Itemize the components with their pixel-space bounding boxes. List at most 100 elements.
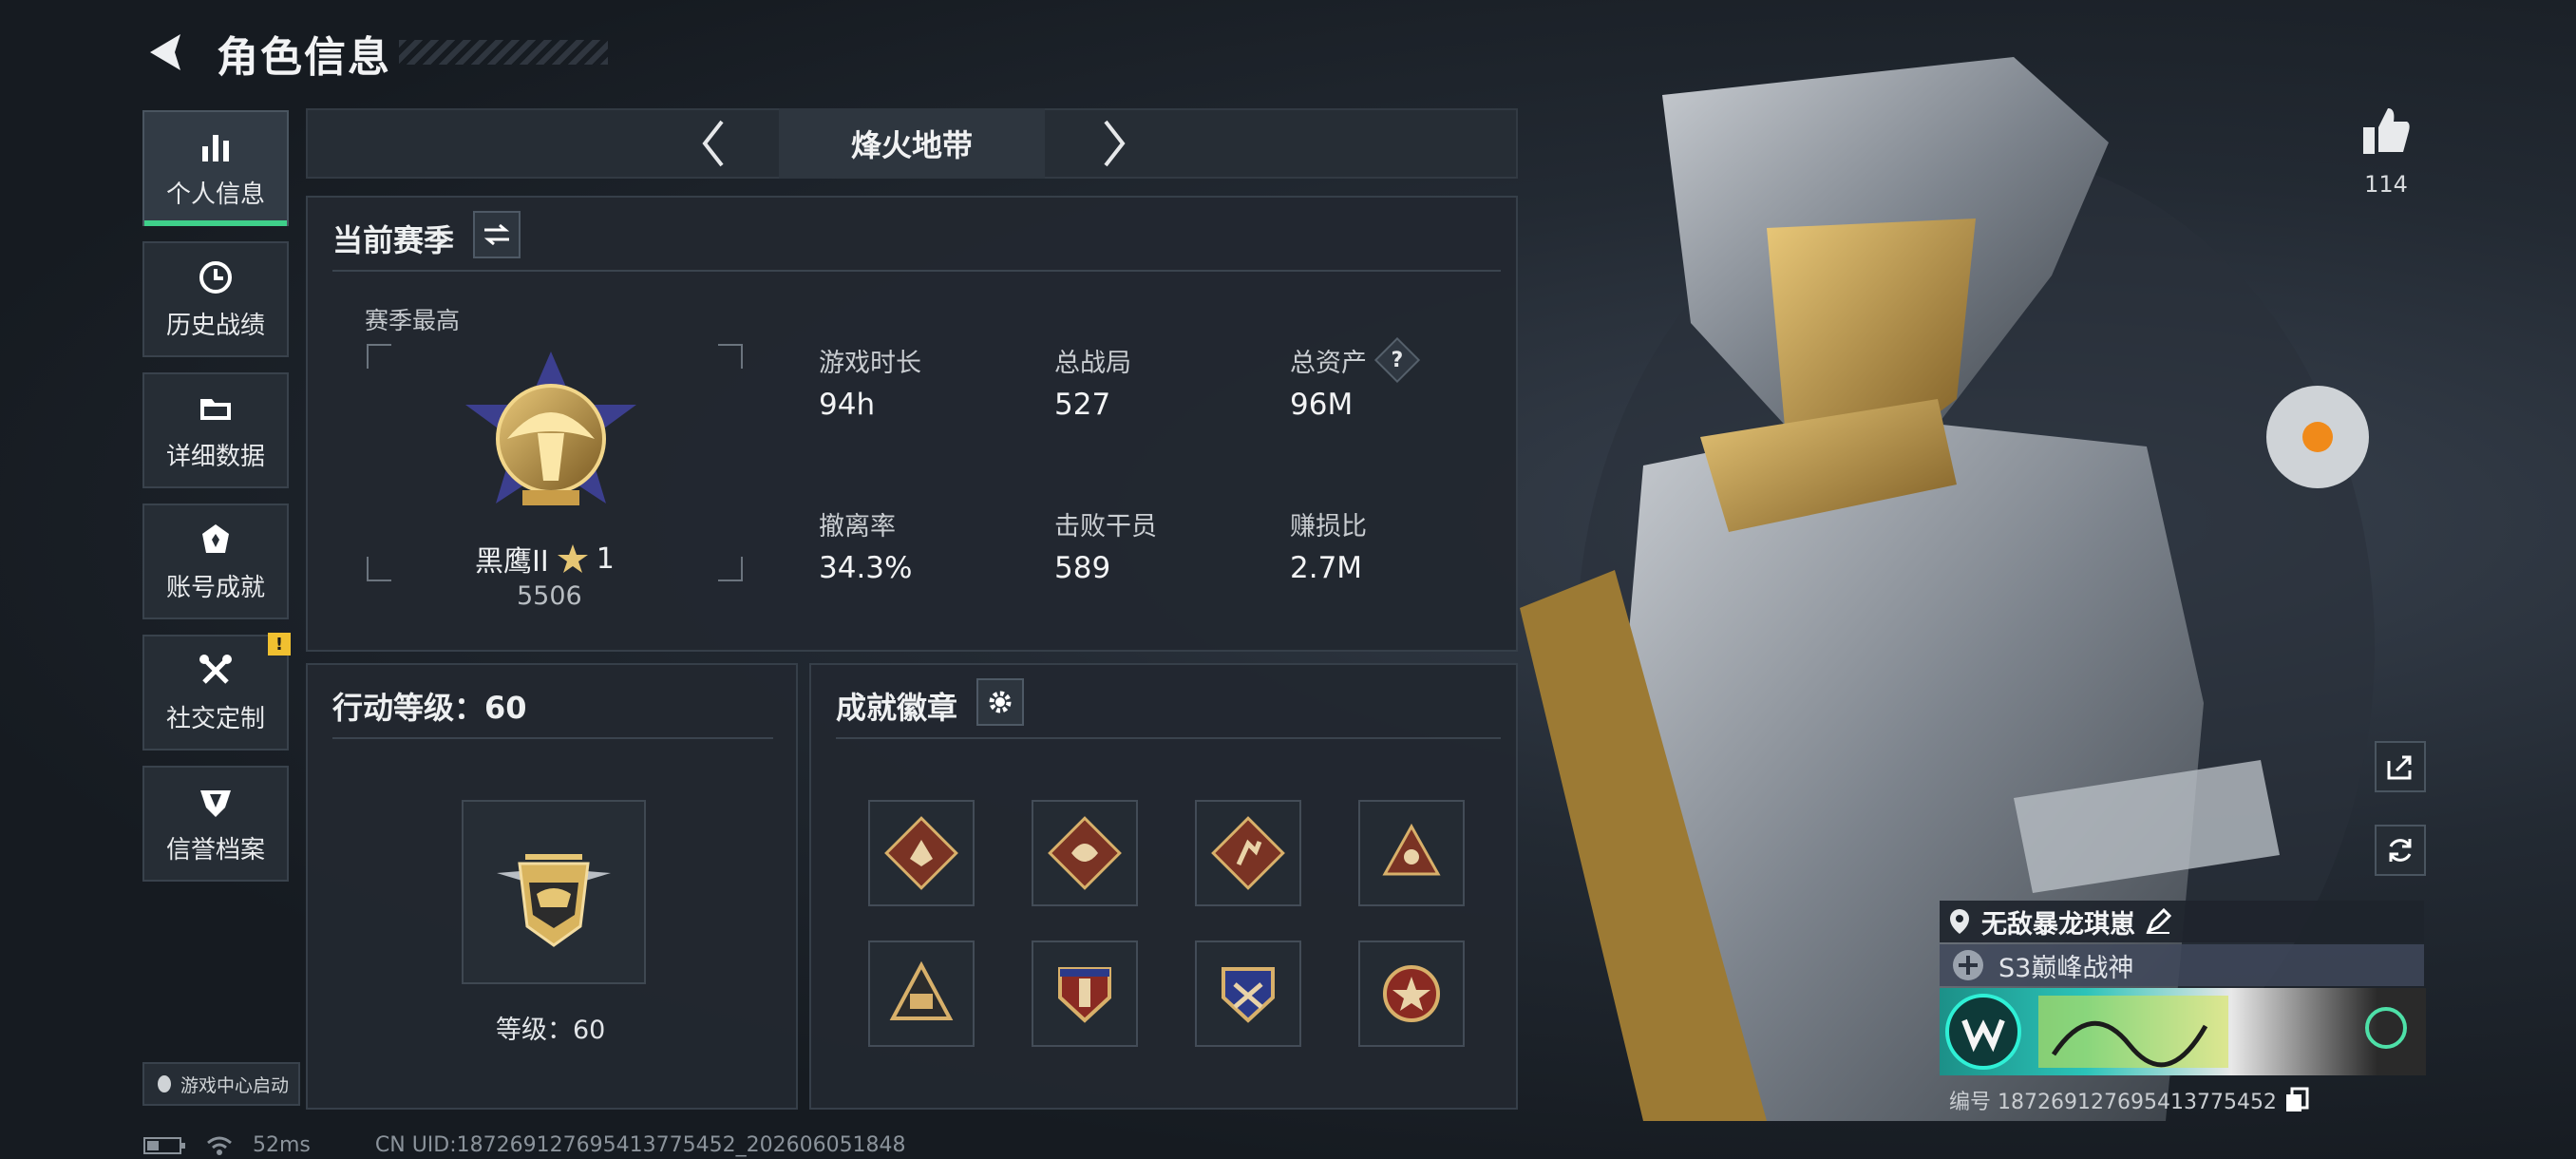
dragon-badge-icon: [1048, 816, 1122, 890]
chevron-right-icon: [1104, 120, 1126, 167]
bar-chart-icon: [197, 127, 235, 165]
stat-label: 赚损比: [1290, 512, 1367, 542]
sidebar-item-personal-info[interactable]: 个人信息: [142, 110, 289, 226]
stat-value: 34.3%: [819, 551, 913, 585]
refresh-icon: [2389, 839, 2412, 862]
rank-title: 黑鹰II 1: [475, 538, 615, 580]
next-mode-button[interactable]: [1092, 116, 1134, 171]
sidebar-item-detailed-data[interactable]: 详细数据: [142, 372, 289, 488]
sidebar-item-label: 信誉档案: [165, 835, 265, 864]
back-button[interactable]: [142, 28, 190, 76]
divider: [332, 737, 773, 739]
launch-label: 游戏中心启动: [180, 1074, 289, 1096]
stat-value: 2.7M: [1290, 551, 1363, 585]
switch-season-button[interactable]: [473, 211, 521, 258]
share-icon: [2387, 755, 2412, 780]
achievement-badge[interactable]: [1032, 800, 1138, 906]
sidebar-item-label: 历史战绩: [165, 311, 265, 340]
wifi-icon: [207, 1136, 232, 1155]
level-label: 等级：60: [496, 1016, 606, 1045]
sidebar-item-label: 详细数据: [165, 442, 265, 471]
title-decoration: [399, 40, 608, 65]
folder-icon: [197, 390, 235, 428]
season-heading: 当前赛季: [332, 222, 455, 258]
badges-heading: 成就徽章: [836, 690, 958, 726]
shield-badge-icon: [1058, 967, 1111, 1023]
stat-label: 击败干员: [1054, 512, 1157, 542]
achievement-badge[interactable]: [1195, 940, 1301, 1047]
frame-corner: [718, 344, 743, 369]
player-id-text: 编号 187269127695413775452: [1949, 1091, 2277, 1114]
page-title: 角色信息: [217, 33, 391, 82]
rank-name: 黑鹰II: [475, 545, 549, 579]
sidebar-item-label: 账号成就: [165, 573, 265, 602]
achievement-badge[interactable]: [868, 800, 975, 906]
player-banner: [1940, 988, 2426, 1075]
frame-corner: [367, 557, 391, 581]
wrench-icon: [197, 652, 235, 690]
battery-icon: [143, 1136, 185, 1154]
sidebar-item-label: 个人信息: [165, 180, 265, 209]
wolf-badge-icon: [884, 816, 958, 890]
like-count: 114: [2364, 171, 2408, 198]
action-level-heading: 行动等级：60: [332, 690, 527, 726]
player-id: 编号 187269127695413775452: [1949, 1085, 2309, 1115]
achievement-badge[interactable]: [1195, 800, 1301, 906]
refresh-button[interactable]: [2375, 825, 2426, 876]
sidebar-item-credit-record[interactable]: 信誉档案: [142, 766, 289, 882]
helicopter-emblem-icon: [497, 854, 611, 947]
notification-badge: !: [268, 633, 291, 656]
player-name-bar: 无敌暴龙琪崽: [1940, 901, 2424, 942]
ping-value: 52ms: [253, 1133, 311, 1157]
pyramid-badge-icon: [889, 960, 954, 1020]
swap-icon: [483, 223, 510, 246]
stat-value: 96M: [1290, 388, 1354, 422]
status-bar: 52ms CN UID:187269127695413775452_202606…: [142, 1133, 906, 1157]
achievement-badge[interactable]: [1358, 940, 1465, 1047]
qq-icon: [157, 1075, 171, 1092]
divider: [332, 270, 1501, 272]
banner-art: [1945, 994, 2407, 1070]
rank-score: 5506: [517, 581, 582, 611]
divider: [836, 737, 1501, 739]
gear-icon: [989, 691, 1012, 713]
mode-name: 烽火地带: [850, 127, 973, 163]
runner-badge-icon: [1211, 816, 1285, 890]
frame-corner: [718, 557, 743, 581]
help-icon: ?: [1391, 348, 1404, 372]
uid-text: CN UID:187269127695413775452_20260605184…: [374, 1133, 906, 1157]
achievement-badge[interactable]: [868, 940, 975, 1047]
achievement-badge[interactable]: [1358, 800, 1465, 906]
share-button[interactable]: [2375, 741, 2426, 792]
title-emblem-icon: [1953, 950, 1983, 980]
badge-settings-button[interactable]: [976, 678, 1024, 726]
achievement-icon: [197, 521, 235, 559]
season-best-label: 赛季最高: [365, 307, 461, 334]
stat-label: 总战局: [1054, 349, 1131, 378]
sidebar-item-history[interactable]: 历史战绩: [142, 241, 289, 357]
prev-mode-button[interactable]: [693, 116, 735, 171]
stat-label: 总资产: [1290, 349, 1367, 378]
sidebar-item-social-custom[interactable]: ! 社交定制: [142, 633, 291, 750]
frame-corner: [367, 344, 391, 369]
sidebar-item-achievements[interactable]: 账号成就: [142, 504, 289, 619]
back-arrow-icon: [150, 34, 180, 70]
edit-icon[interactable]: [2145, 908, 2171, 935]
stat-value: 589: [1054, 551, 1111, 585]
game-center-launch-button[interactable]: 游戏中心启动: [142, 1062, 300, 1106]
stat-value: 94h: [819, 388, 876, 422]
achievement-badge[interactable]: [1032, 940, 1138, 1047]
like-button[interactable]: [2359, 104, 2413, 158]
player-title: S3巅峰战神: [1998, 953, 2134, 983]
triangle-badge-icon: [1382, 823, 1441, 876]
sidebar-item-label: 社交定制: [165, 704, 265, 733]
rank-emblem-icon: [465, 352, 636, 505]
copy-icon[interactable]: [2284, 1087, 2309, 1113]
star-medal-badge-icon: [1383, 965, 1440, 1022]
clock-icon: [197, 258, 235, 296]
level-emblem: [462, 800, 646, 984]
thumbs-up-icon: [2363, 108, 2410, 154]
location-pin-icon: [1950, 909, 1969, 934]
shield-icon: [197, 783, 235, 821]
star-icon: [557, 544, 588, 573]
